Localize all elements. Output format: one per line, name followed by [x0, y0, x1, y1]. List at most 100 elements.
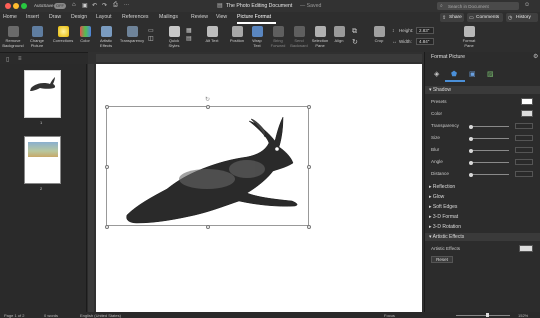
picture-layout-icon-2[interactable]: ▤	[186, 35, 192, 42]
tab-design[interactable]: Design	[71, 14, 87, 20]
artistic-effects-section-header[interactable]: ▾ Artistic Effects	[425, 233, 540, 241]
3d-rotation-section-header[interactable]: ▸ 3-D Rotation	[425, 223, 540, 231]
artistic-effects-dropdown[interactable]	[519, 245, 533, 252]
more-icon[interactable]: ···	[124, 2, 129, 8]
page-thumbnail-1[interactable]	[24, 70, 61, 118]
glow-section-header[interactable]: ▸ Glow	[425, 193, 540, 201]
rotate-handle-icon[interactable]: ↻	[205, 96, 210, 103]
group-icon[interactable]: ⧉	[352, 28, 357, 36]
close-window-button[interactable]	[5, 3, 11, 9]
rotate-icon[interactable]: ↻	[352, 38, 358, 46]
selected-picture[interactable]: ↻	[105, 97, 311, 229]
undo-icon[interactable]: ↶	[92, 2, 97, 9]
presets-dropdown[interactable]	[521, 98, 533, 105]
resize-handle-right[interactable]	[307, 165, 311, 169]
history-button[interactable]: ◷ History	[506, 13, 538, 22]
width-field[interactable]: 4.84"	[416, 38, 434, 45]
zoom-level[interactable]: 152%	[518, 313, 528, 318]
blur-spinner[interactable]	[515, 147, 533, 153]
fill-line-icon[interactable]: ◈	[434, 70, 439, 78]
tab-insert[interactable]: Insert	[26, 14, 39, 20]
focus-button[interactable]: Focus	[384, 313, 395, 318]
picture-border-icon[interactable]: ▭	[148, 27, 154, 34]
tab-mailings[interactable]: Mailings	[159, 14, 178, 20]
account-icon[interactable]: ☺	[524, 2, 530, 8]
align-button[interactable]: Align	[331, 26, 347, 44]
size-slider-knob[interactable]	[469, 136, 473, 141]
shadow-section-header[interactable]: ▾ Shadow	[425, 86, 540, 94]
angle-slider-knob[interactable]	[469, 160, 473, 165]
sidebar-thumbnails-icon[interactable]: ▯	[6, 56, 9, 63]
remove-background-button[interactable]: Remove Background	[2, 26, 24, 48]
tab-references[interactable]: References	[122, 14, 149, 20]
resize-handle-top-right[interactable]	[307, 105, 311, 109]
word-count[interactable]: 0 words	[44, 313, 58, 318]
pane-settings-icon[interactable]: ⚙	[533, 53, 538, 60]
3d-format-section-header[interactable]: ▸ 3-D Format	[425, 213, 540, 221]
shadow-color-dropdown[interactable]	[521, 110, 533, 117]
resize-handle-top-left[interactable]	[105, 105, 109, 109]
size-slider[interactable]	[469, 136, 509, 141]
crop-button[interactable]: Crop	[370, 26, 388, 44]
document-page[interactable]: ↻	[96, 64, 422, 312]
picture-layout-icon[interactable]: ▦	[186, 27, 192, 34]
autosave-toggle[interactable]: OFF	[54, 2, 66, 9]
reset-button[interactable]: Reset	[431, 256, 453, 263]
resize-handle-bottom-left[interactable]	[105, 225, 109, 229]
picture-effects-icon[interactable]: ◫	[148, 35, 154, 42]
print-icon[interactable]: ⎙	[113, 2, 118, 9]
tab-review[interactable]: Review	[191, 14, 208, 20]
color-button[interactable]: Color	[76, 26, 94, 44]
reflection-section-header[interactable]: ▸ Reflection	[425, 183, 540, 191]
corrections-button[interactable]: Corrections	[52, 26, 74, 44]
selection-pane-button[interactable]: Selection Pane	[311, 26, 329, 48]
soft-edges-section-header[interactable]: ▸ Soft Edges	[425, 203, 540, 211]
angle-slider[interactable]	[469, 160, 509, 165]
transparency-slider-knob[interactable]	[469, 124, 473, 129]
tab-picture-format[interactable]: Picture Format	[237, 14, 271, 20]
zoom-slider[interactable]	[456, 313, 510, 317]
size-spinner[interactable]	[515, 135, 533, 141]
tab-layout[interactable]: Layout	[96, 14, 112, 20]
transparency-slider[interactable]	[469, 124, 509, 129]
wrap-text-button[interactable]: Wrap Text	[249, 26, 265, 48]
quick-styles-button[interactable]: Quick Styles	[164, 26, 184, 48]
comments-button[interactable]: ▭ Comments	[467, 13, 503, 22]
resize-handle-bottom[interactable]	[206, 225, 210, 229]
change-picture-button[interactable]: Change Picture	[26, 26, 48, 48]
redo-icon[interactable]: ↷	[102, 2, 107, 9]
save-icon[interactable]: ▣	[82, 2, 88, 9]
angle-spinner[interactable]	[515, 159, 533, 165]
language-status[interactable]: English (United States)	[80, 313, 121, 318]
page-count[interactable]: Page 1 of 2	[4, 313, 24, 318]
resize-handle-left[interactable]	[105, 165, 109, 169]
transparency-button[interactable]: Transparency	[118, 26, 146, 44]
position-button[interactable]: Position	[226, 26, 248, 44]
distance-spinner[interactable]	[515, 171, 533, 177]
sidebar-outline-icon[interactable]: ≡	[18, 56, 22, 62]
distance-slider[interactable]	[469, 172, 509, 177]
tab-draw[interactable]: Draw	[49, 14, 61, 20]
search-box[interactable]: ⌕ Search in Document	[437, 2, 519, 10]
maximize-window-button[interactable]	[21, 3, 27, 9]
resize-handle-bottom-right[interactable]	[307, 225, 311, 229]
zoom-slider-knob[interactable]	[486, 313, 489, 317]
tab-home[interactable]: Home	[3, 14, 17, 20]
send-backward-button[interactable]: Send Backward	[289, 26, 309, 48]
page-thumbnail-2[interactable]	[24, 136, 61, 184]
bring-forward-button[interactable]: Bring Forward	[268, 26, 288, 48]
picture-icon[interactable]: ▨	[487, 70, 494, 78]
format-pane-button[interactable]: Format Pane	[458, 26, 480, 48]
transparency-spinner[interactable]	[515, 123, 533, 129]
resize-handle-top[interactable]	[206, 105, 210, 109]
blur-slider[interactable]	[469, 148, 509, 153]
layout-properties-icon[interactable]: ▣	[469, 70, 476, 78]
height-field[interactable]: 2.83"	[416, 27, 434, 34]
share-button[interactable]: ⇪ Share	[440, 13, 464, 22]
alt-text-button[interactable]: Alt Text	[203, 26, 221, 44]
artistic-effects-button[interactable]: Artistic Effects	[96, 26, 116, 48]
effects-icon[interactable]: ⬟	[451, 70, 457, 78]
minimize-window-button[interactable]	[13, 3, 19, 9]
tab-view[interactable]: View	[216, 14, 227, 20]
home-icon[interactable]: ⌂	[72, 2, 76, 8]
